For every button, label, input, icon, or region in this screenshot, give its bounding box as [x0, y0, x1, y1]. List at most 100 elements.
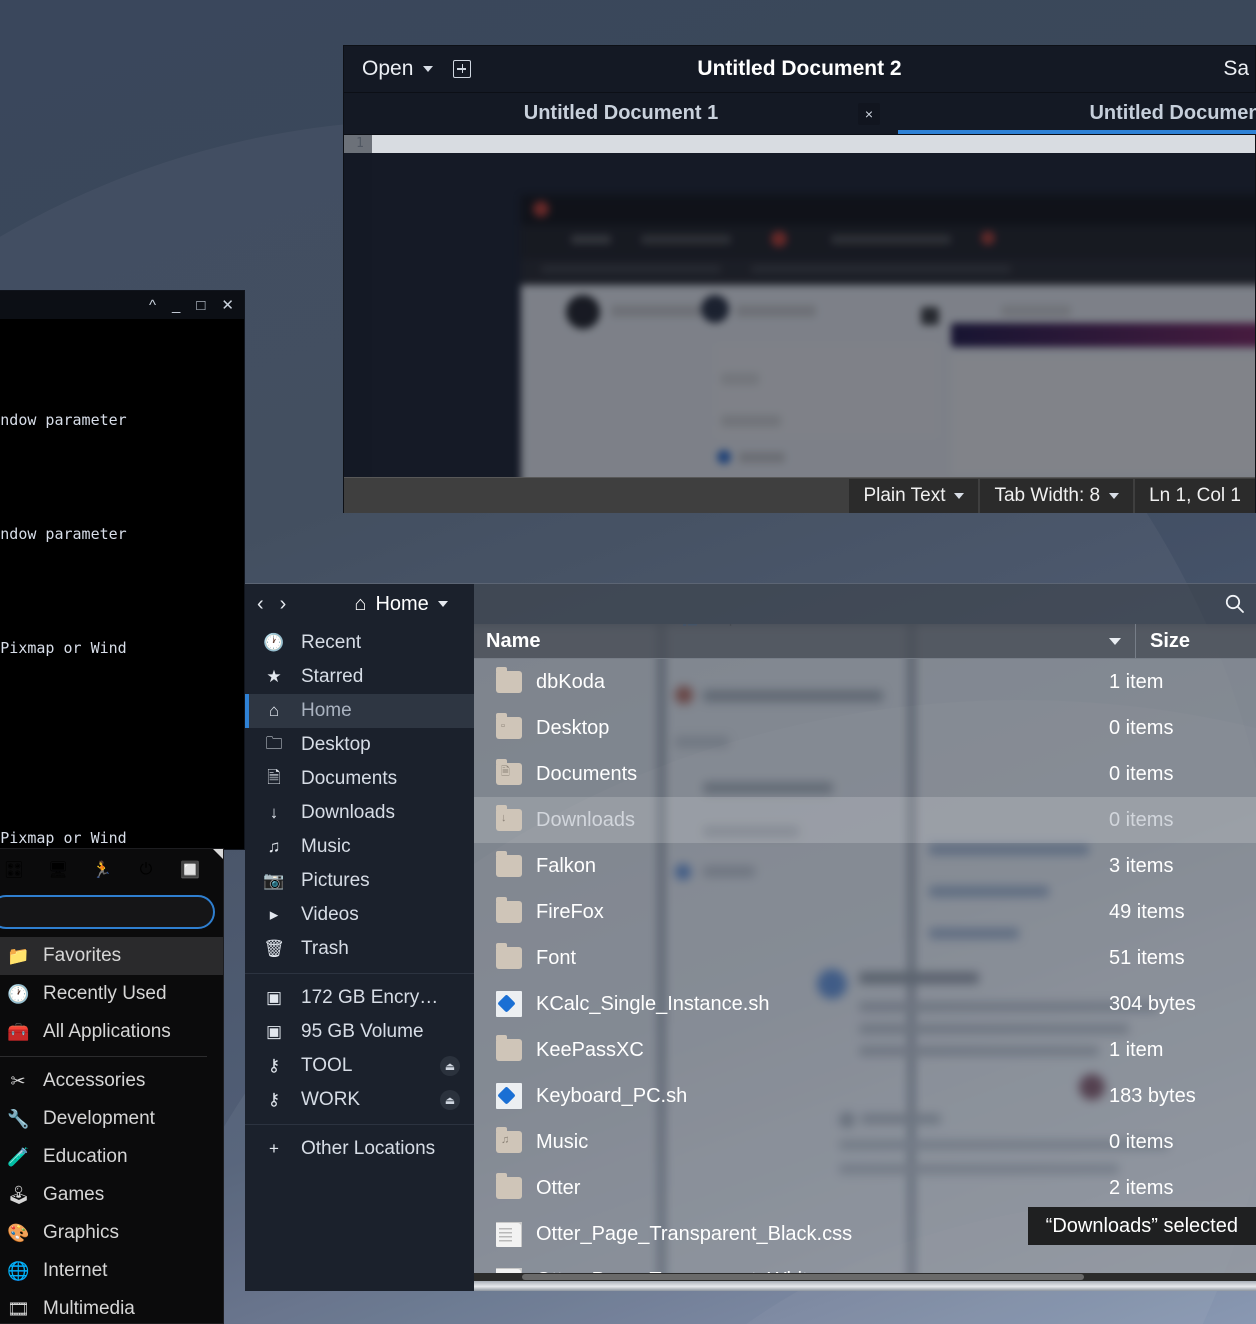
tab-untitled-document-1[interactable]: Untitled Document 1 ×: [344, 93, 898, 134]
toolbox-icon: 🧰: [7, 1021, 30, 1042]
text-editor-content[interactable]: 1: [344, 135, 1255, 477]
column-header-size[interactable]: Size: [1135, 624, 1256, 658]
sidebar-item-starred[interactable]: ★ Starred: [245, 660, 474, 694]
tab-width-selector[interactable]: Tab Width: 8: [980, 478, 1134, 513]
save-button[interactable]: Sa: [1223, 57, 1249, 81]
table-row[interactable]: ♫ Music 0 items: [474, 1119, 1256, 1165]
sidebar-item-downloads[interactable]: ↓ Downloads: [245, 796, 474, 830]
file-size: 1 item: [1109, 1038, 1164, 1061]
sidebar-item-desktop[interactable]: 🗀 Desktop: [245, 728, 474, 762]
folder-desktop-icon: ▫: [496, 713, 522, 739]
open-button[interactable]: Open: [362, 57, 434, 81]
forward-button[interactable]: ›: [280, 594, 287, 614]
file-manager-sidebar: 🕐 Recent ★ Starred ⌂ Home 🗀 Desktop 🗎 Do…: [245, 624, 474, 1291]
menu-item-label: Development: [43, 1108, 155, 1129]
scissors-icon: ✂: [10, 1070, 26, 1091]
horizontal-scrollbar[interactable]: [474, 1273, 1256, 1281]
table-row[interactable]: Otter 2 items: [474, 1165, 1256, 1211]
chevron-down-icon: [423, 66, 434, 72]
application-search-input[interactable]: [0, 895, 215, 929]
trash-icon: 🗑: [263, 939, 285, 958]
table-row[interactable]: dbKoda 1 item: [474, 659, 1256, 705]
menu-item-label: Education: [43, 1146, 128, 1167]
menu-item-internet[interactable]: 🌐 Internet: [0, 1252, 223, 1290]
sidebar-item-documents[interactable]: 🗎 Documents: [245, 762, 474, 796]
table-row[interactable]: ↓ Downloads 0 items: [474, 797, 1256, 843]
language-selector[interactable]: Plain Text: [849, 478, 979, 513]
menu-item-all-applications[interactable]: 🧰 All Applications: [0, 1013, 223, 1051]
camera-icon: 📷: [263, 871, 285, 890]
menu-item-favorites[interactable]: 📁 Favorites: [0, 937, 223, 975]
terminal-output[interactable]: nvalid Window parameter nvalid Window pa…: [0, 319, 244, 849]
menu-item-development[interactable]: 🔧 Development: [0, 1100, 223, 1138]
table-row[interactable]: Keyboard_PC.sh 183 bytes: [474, 1073, 1256, 1119]
eject-icon[interactable]: ⏏: [440, 1090, 460, 1110]
sidebar-item-label: 95 GB Volume: [301, 1021, 424, 1042]
sidebar-item-work[interactable]: ⚷ WORK ⏏: [245, 1083, 474, 1117]
application-menu-toolbar: 🎛 🖥 🏃 ⏻ 🔲: [0, 849, 223, 891]
table-row[interactable]: KeePassXC 1 item: [474, 1027, 1256, 1073]
path-bar-home[interactable]: ⌂ Home: [354, 593, 448, 616]
lock-screen-icon[interactable]: 🖥: [45, 857, 71, 883]
menu-item-recently-used[interactable]: 🕐 Recently Used: [0, 975, 223, 1013]
background-browser-blur-a: [521, 195, 1255, 477]
text-editor-title: Untitled Document 2: [697, 57, 902, 80]
control-center-icon[interactable]: 🎛: [1, 857, 27, 883]
folder-icon: [496, 1035, 522, 1061]
back-button[interactable]: ‹: [257, 594, 264, 614]
sidebar-item-label: Videos: [301, 904, 359, 925]
menu-item-label: Accessories: [43, 1070, 146, 1091]
menu-item-education[interactable]: 🧪 Education: [0, 1138, 223, 1176]
drive-icon: ▣: [265, 988, 283, 1007]
menu-item-accessories[interactable]: ✂ Accessories: [0, 1062, 223, 1100]
terminal-line: nvalid Window parameter: [0, 411, 127, 429]
new-document-icon[interactable]: [453, 60, 472, 78]
minimize-icon[interactable]: _: [172, 298, 180, 313]
sidebar-item-home[interactable]: ⌂ Home: [245, 694, 474, 728]
sidebar-item-other-locations[interactable]: + Other Locations: [245, 1132, 474, 1166]
sidebar-item-pictures[interactable]: 📷 Pictures: [245, 864, 474, 898]
sidebar-item-label: 172 GB Encry…: [301, 987, 439, 1008]
sidebar-item-recent[interactable]: 🕐 Recent: [245, 626, 474, 660]
menu-item-games[interactable]: 🕹 Games: [0, 1176, 223, 1214]
folder-icon: [496, 897, 522, 923]
eject-icon[interactable]: ⏏: [440, 1056, 460, 1076]
logout-icon[interactable]: 🏃: [89, 857, 115, 883]
sidebar-item-tool[interactable]: ⚷ TOOL ⏏: [245, 1049, 474, 1083]
tab-untitled-document-2[interactable]: Untitled Documen: [898, 93, 1256, 134]
table-row[interactable]: ▫ Desktop 0 items: [474, 705, 1256, 751]
column-header-name[interactable]: Name: [474, 630, 1095, 653]
table-row[interactable]: 🗎 Documents 0 items: [474, 751, 1256, 797]
switch-user-icon[interactable]: 🔲: [177, 857, 203, 883]
table-row[interactable]: Falkon 3 items: [474, 843, 1256, 889]
terminal-line: (invalid Pixmap or Wind: [0, 639, 127, 657]
chevron-down-icon: [1109, 637, 1121, 645]
sidebar-item-trash[interactable]: 🗑 Trash: [245, 932, 474, 966]
maximize-icon[interactable]: □: [196, 298, 205, 313]
menu-item-graphics[interactable]: 🎨 Graphics: [0, 1214, 223, 1252]
sort-indicator[interactable]: [1095, 637, 1135, 645]
table-row[interactable]: KCalc_Single_Instance.sh 304 bytes: [474, 981, 1256, 1027]
terminal-window: ^ _ □ ✕ nvalid Window parameter nvalid W…: [0, 290, 245, 850]
menu-item-multimedia[interactable]: 🎞 Multimedia: [0, 1290, 223, 1323]
sidebar-item-music[interactable]: ♫ Music: [245, 830, 474, 864]
sidebar-item-videos[interactable]: ▸ Videos: [245, 898, 474, 932]
file-name: Otter: [536, 1176, 581, 1199]
file-size: 0 items: [1109, 762, 1174, 785]
table-row[interactable]: Font 51 items: [474, 935, 1256, 981]
power-icon[interactable]: ⏻: [133, 857, 159, 883]
plus-icon: +: [269, 1139, 279, 1158]
shade-icon[interactable]: ^: [149, 298, 156, 313]
file-size: 51 items: [1109, 946, 1185, 969]
file-manager-window: ‹ › ⌂ Home 🕐 Recent ★ Starred ⌂ Home 🗀 D…: [245, 583, 1256, 1291]
folder-icon: [496, 667, 522, 693]
close-icon[interactable]: ×: [858, 102, 880, 125]
close-icon[interactable]: ✕: [221, 298, 234, 313]
search-icon[interactable]: [1224, 593, 1246, 615]
sidebar-item-encrypted-volume[interactable]: ▣ 172 GB Encry…: [245, 981, 474, 1015]
table-row[interactable]: FireFox 49 items: [474, 889, 1256, 935]
file-name: Keyboard_PC.sh: [536, 1084, 688, 1107]
sidebar-item-volume-95gb[interactable]: ▣ 95 GB Volume: [245, 1015, 474, 1049]
film-icon: 🎞: [7, 1298, 30, 1319]
scrollbar-thumb[interactable]: [522, 1274, 1084, 1280]
